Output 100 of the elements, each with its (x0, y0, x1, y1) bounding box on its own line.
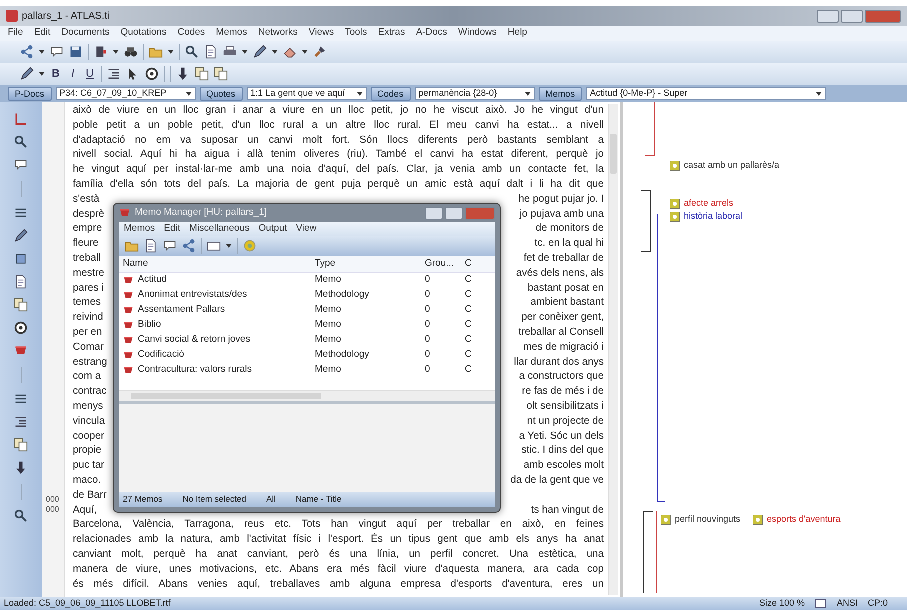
selector-dropdown[interactable]: permanència {28-0} (414, 87, 535, 100)
memo-row[interactable]: Contracultura: valors rurals Memo 0 C (119, 363, 495, 378)
caret-icon[interactable] (272, 50, 278, 54)
square-tool-button[interactable] (14, 252, 28, 266)
search-tool-button[interactable] (185, 45, 199, 59)
indent-tool-button[interactable] (107, 67, 121, 81)
maximize-button[interactable] (841, 10, 863, 22)
brush-tool-button[interactable] (313, 45, 327, 59)
scrollbar[interactable] (608, 104, 618, 595)
memo-row[interactable]: Biblio Memo 0 C (119, 318, 495, 333)
caret-icon[interactable] (39, 72, 45, 76)
selector-dropdown[interactable]: P34: C6_07_09_10_KREP (56, 87, 196, 100)
memo-row[interactable]: Canvi social & retorn joves Memo 0 C (119, 333, 495, 348)
code-label[interactable]: perfil nouvinguts (675, 513, 741, 526)
speech-bubble-tool-button[interactable] (14, 158, 28, 172)
selector-button[interactable]: P-Docs (8, 86, 52, 100)
down-arrow-tool-button[interactable] (176, 67, 190, 81)
menu-item[interactable]: Miscellaneous (190, 222, 250, 236)
document-tool-button[interactable] (204, 45, 218, 59)
scrollbar[interactable] (119, 390, 495, 401)
caret-icon[interactable] (168, 50, 174, 54)
selector-dropdown[interactable]: 1:1 La gent que ve aquí (246, 87, 367, 100)
lines-tool-button[interactable] (14, 392, 28, 406)
circle-tool-button[interactable] (14, 321, 28, 335)
save-tool-button[interactable] (69, 45, 83, 59)
format-button[interactable]: U (84, 66, 96, 82)
document-tool-button[interactable] (144, 239, 158, 253)
caret-icon[interactable] (242, 50, 248, 54)
copy-tool-button[interactable] (14, 298, 28, 312)
folder-tool-button[interactable] (125, 239, 139, 253)
lines-tool-button[interactable] (14, 206, 28, 220)
caret-icon[interactable] (356, 92, 363, 96)
close-button[interactable] (865, 10, 901, 22)
menu-item[interactable]: Edit (164, 222, 181, 236)
copy-tool-button[interactable] (214, 67, 228, 81)
caret-icon[interactable] (113, 50, 119, 54)
format-button[interactable]: I (67, 66, 79, 82)
document-tool-button[interactable] (14, 275, 28, 289)
column-header[interactable]: C (465, 256, 479, 272)
column-header[interactable]: Grou... (425, 256, 465, 272)
menu-item[interactable]: View (296, 222, 317, 236)
pencil-tool-button[interactable] (14, 229, 28, 243)
memo-row[interactable]: Actitud Memo 0 C (119, 273, 495, 288)
pencil-tool-button[interactable] (253, 45, 267, 59)
maximize-button[interactable] (445, 206, 463, 220)
menu-item[interactable]: Extras (378, 26, 406, 41)
menu-item[interactable]: Codes (178, 26, 206, 41)
network-tool-button[interactable] (182, 239, 196, 253)
menu-item[interactable]: Memos (124, 222, 156, 236)
network-tool-button[interactable] (20, 45, 34, 59)
menu-item[interactable]: Networks (258, 26, 298, 41)
menu-item[interactable]: Windows (458, 26, 497, 41)
text-fragment: a constructors que (519, 370, 604, 384)
menu-item[interactable]: Output (258, 222, 288, 236)
menu-item[interactable]: Edit (34, 26, 51, 41)
folder-tool-button[interactable] (149, 45, 163, 59)
menu-item[interactable]: Memos (216, 26, 248, 41)
caret-icon[interactable] (816, 92, 822, 96)
column-header[interactable]: Name (119, 256, 315, 272)
memo-row[interactable]: Codificació Methodology 0 C (119, 348, 495, 363)
speech-bubble-tool-button[interactable] (50, 45, 64, 59)
code-label[interactable]: esports d'aventura (767, 513, 841, 526)
menu-item[interactable]: Tools (345, 26, 368, 41)
caret-icon[interactable] (302, 50, 308, 54)
indent-tool-button[interactable] (14, 415, 28, 429)
memo-row[interactable]: Assentament Pallars Memo 0 C (119, 303, 495, 318)
down-arrow-tool-button[interactable] (14, 461, 28, 475)
speech-bubble-tool-button[interactable] (163, 239, 177, 253)
caret-icon[interactable] (39, 50, 45, 54)
copy-tool-button[interactable] (195, 67, 209, 81)
menu-item[interactable]: Help (508, 26, 528, 41)
selector-button[interactable]: Codes (370, 86, 411, 100)
caret-icon[interactable] (226, 244, 232, 248)
format-button[interactable]: B (50, 66, 62, 82)
search-tool-button[interactable] (14, 509, 28, 523)
menu-item[interactable]: File (8, 26, 24, 41)
selector-button[interactable]: Quotes (200, 86, 243, 100)
circle-tool-button[interactable] (145, 67, 159, 81)
menu-item[interactable]: A-Docs (416, 26, 448, 41)
pencil-tool-button[interactable] (20, 67, 34, 81)
document-icon (14, 275, 28, 289)
selector-dropdown[interactable]: Actitud {0-Me-P} - Super (586, 87, 826, 100)
column-header[interactable]: Type (315, 256, 425, 272)
rectangle-tool-button[interactable] (207, 239, 221, 253)
code-label[interactable]: afecte arrels (684, 197, 734, 210)
menu-item[interactable]: Quotations (120, 26, 167, 41)
selector-button[interactable]: Memos (538, 86, 582, 100)
search-tool-button[interactable] (14, 135, 28, 149)
caret-icon[interactable] (524, 92, 531, 96)
menu-item[interactable]: Documents (62, 26, 110, 41)
minimize-button[interactable] (425, 206, 443, 220)
binoculars-tool-button[interactable] (124, 45, 138, 59)
caret-icon[interactable] (186, 92, 192, 96)
code-label[interactable]: història laboral (684, 210, 743, 224)
minimize-button[interactable] (817, 10, 839, 22)
copy-tool-button[interactable] (14, 438, 28, 452)
menu-item[interactable]: Views (308, 26, 334, 41)
code-label[interactable]: casat amb un pallarès/a (684, 159, 780, 172)
memo-row[interactable]: Anonimat entrevistats/des Methodology 0 C (119, 288, 495, 303)
eraser-tool-button[interactable] (283, 45, 297, 59)
